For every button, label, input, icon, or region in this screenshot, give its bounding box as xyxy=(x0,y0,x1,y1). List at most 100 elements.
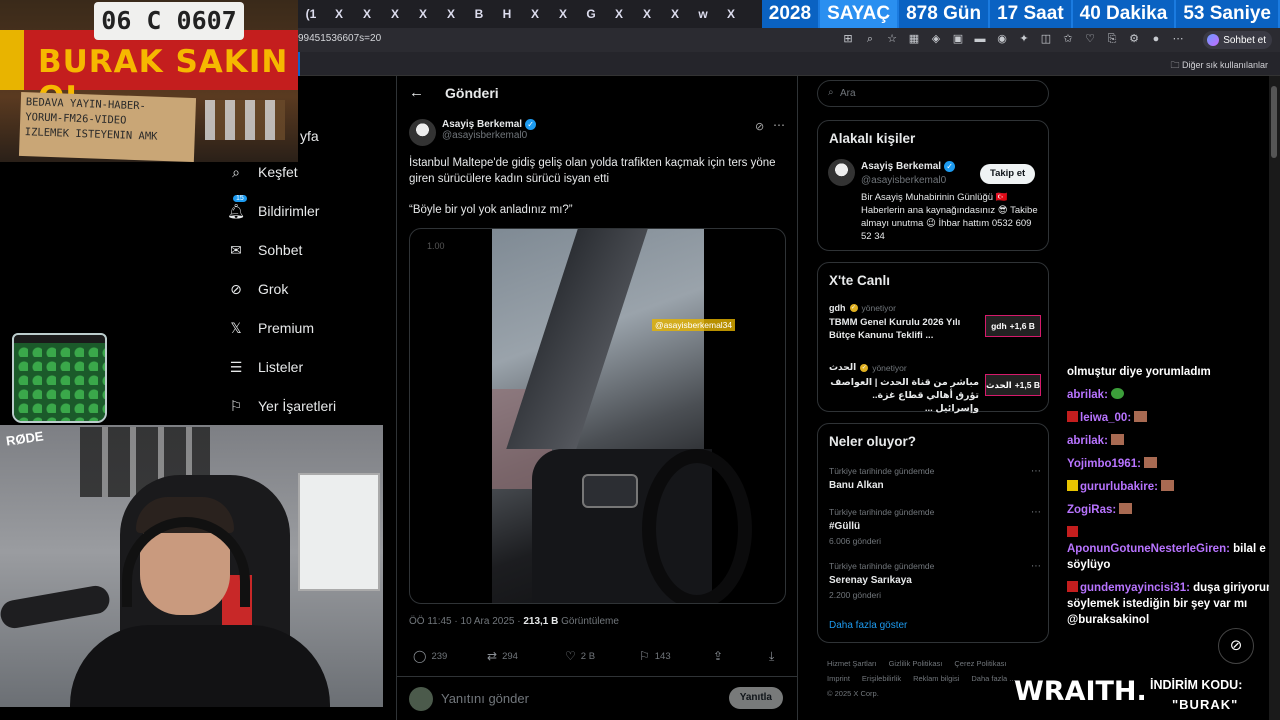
footer-link[interactable]: Çerez Politikası xyxy=(954,659,1006,668)
related-name[interactable]: Asayiş Berkemal ✓ xyxy=(861,161,956,172)
tab[interactable]: X xyxy=(718,4,744,24)
tab[interactable]: B xyxy=(466,4,492,24)
tab[interactable]: X xyxy=(438,4,464,24)
bookmark-button[interactable]: ⚐ 143 xyxy=(639,649,671,663)
repost-button[interactable]: ⇄ 294 xyxy=(487,649,518,663)
url-field[interactable]: 99451536607s=20 xyxy=(298,33,381,44)
live-item[interactable]: gdh ✓ yönetiyor TBMM Genel Kurulu 2026 Yıl… xyxy=(829,303,1041,342)
browser-chat-button[interactable]: Sohbet et xyxy=(1203,31,1272,49)
star-icon[interactable]: ☆ xyxy=(884,31,900,47)
tab-strip[interactable]: (1 X X X X X B H X X G X X X w X xyxy=(298,4,744,24)
nav-premium[interactable]: 𝕏 Premium xyxy=(228,320,314,337)
reply-button[interactable]: ◯ 239 xyxy=(413,649,447,663)
chat-message: Yojimbo1961: xyxy=(1067,456,1277,472)
tab[interactable]: X xyxy=(634,4,660,24)
related-people-card: Alakalı kişiler Asayiş Berkemal ✓ @asayis… xyxy=(817,120,1049,251)
post-column: ← Gönderi Asayiş Berkemal ✓ @asayisberkem… xyxy=(396,76,798,720)
nav-grok[interactable]: ⊘ Grok xyxy=(228,281,288,298)
split-screen-icon[interactable]: ◫ xyxy=(1038,31,1054,47)
post-author[interactable]: Asayiş Berkemal ✓ @asayisberkemal0 xyxy=(409,119,537,146)
collections-icon[interactable]: ♡ xyxy=(1082,31,1098,47)
post-text: İstanbul Maltepe'de gidiş geliş olan yol… xyxy=(409,157,776,185)
tab[interactable]: X xyxy=(410,4,436,24)
avatar[interactable] xyxy=(828,159,855,186)
author-name[interactable]: Asayiş Berkemal ✓ xyxy=(442,119,537,130)
reply-input[interactable]: Yanıtını gönder xyxy=(441,691,529,706)
grid-icon[interactable]: ⊞ xyxy=(840,31,856,47)
video-watermark: @asayisberkemal34 xyxy=(652,319,736,331)
settings-icon[interactable]: ⚙ xyxy=(1126,31,1142,47)
nav-notifications[interactable]: 🔔︎ 15 Bildirimler xyxy=(227,195,320,219)
footer-link[interactable]: Erişilebilirlik xyxy=(862,674,901,683)
follow-button[interactable]: Takip et xyxy=(980,164,1036,184)
tab[interactable]: w xyxy=(690,4,716,24)
tab[interactable]: X xyxy=(550,4,576,24)
more-icon[interactable]: ⋯ xyxy=(1170,31,1186,47)
trend-item[interactable]: Türkiye tarihinde gündemde Banu Alkan ⋯ xyxy=(829,466,1041,491)
post-video[interactable]: 1.00 @asayisberkemal34 xyxy=(409,228,786,604)
scrollbar-thumb[interactable] xyxy=(1271,86,1277,158)
countdown-overlay: 2028 SAYAÇ 878 Gün 17 Saat 40 Dakika 53 … xyxy=(761,0,1280,28)
chat-message: leiwa_00: xyxy=(1067,410,1277,426)
footer-link[interactable]: Reklam bilgisi xyxy=(913,674,959,683)
verified-badge-icon: ✓ xyxy=(849,304,858,312)
footer-link[interactable]: Gizlilik Politikası xyxy=(889,659,943,668)
footer-link[interactable]: Hizmet Şartları xyxy=(827,659,877,668)
extension-icon[interactable]: ◉ xyxy=(994,31,1010,47)
download-button[interactable]: ⤓ xyxy=(769,649,774,664)
more-options-icon[interactable]: ⋯ xyxy=(1031,507,1041,518)
show-more-link[interactable]: Daha fazla göster xyxy=(829,620,907,631)
video-frame[interactable]: @asayisberkemal34 xyxy=(492,229,752,603)
playback-speed[interactable]: 1.00 xyxy=(427,241,445,251)
avatar[interactable] xyxy=(409,119,436,146)
extension-icon[interactable]: ▬ xyxy=(972,31,988,47)
chat-message: AponunGotuneNesterleGiren: bilal e söylü… xyxy=(1067,525,1277,573)
tab[interactable]: X xyxy=(606,4,632,24)
trend-item[interactable]: Türkiye tarihinde gündemde Serenay Sarık… xyxy=(829,561,1041,600)
copilot-icon[interactable]: ⎘ xyxy=(1104,31,1120,47)
extension-icon[interactable]: ▣ xyxy=(950,31,966,47)
more-options-icon[interactable]: ⋯ xyxy=(1031,466,1041,477)
footer-link[interactable]: Imprint xyxy=(827,674,850,683)
back-arrow-icon[interactable]: ← xyxy=(409,84,424,101)
footer-link[interactable]: Daha fazla ... xyxy=(971,674,1015,683)
tab[interactable]: H xyxy=(494,4,520,24)
nav-explore[interactable]: ⌕ Keşfet xyxy=(228,164,298,181)
like-button[interactable]: ♡ 2 B xyxy=(565,649,595,663)
share-button[interactable]: ⇪ xyxy=(713,649,723,663)
grok-explain-icon[interactable]: ⊘ xyxy=(755,120,764,133)
live-item[interactable]: الحدث ✓ yönetiyor مباشر من قناة الحدث | ال… xyxy=(829,362,1041,415)
page-scrollbar[interactable] xyxy=(1269,76,1280,720)
other-favorites-folder[interactable]: 🗀 Diğer sık kullanılanlar xyxy=(1170,58,1268,74)
tab[interactable]: X xyxy=(326,4,352,24)
related-handle[interactable]: @asayisberkemal0 xyxy=(861,175,946,186)
favorites-icon[interactable]: ✩ xyxy=(1060,31,1076,47)
extension-icon[interactable]: ▦ xyxy=(906,31,922,47)
nav-lists[interactable]: ☰ Listeler xyxy=(228,359,303,376)
tab[interactable]: X xyxy=(382,4,408,24)
nav-bookmarks[interactable]: ⚐ Yer İşaretleri xyxy=(228,398,336,415)
search-input[interactable]: ⌕ Ara xyxy=(817,80,1049,107)
trend-item[interactable]: Türkiye tarihinde gündemde #Güllü 6.006 … xyxy=(829,507,1041,546)
post-time[interactable]: ÖÖ 11:45 · 10 Ara 2025 · xyxy=(409,616,523,627)
author-handle[interactable]: @asayisberkemal0 xyxy=(442,130,536,141)
extensions-puzzle-icon[interactable]: ✦ xyxy=(1016,31,1032,47)
tab[interactable]: X xyxy=(522,4,548,24)
extension-icon[interactable]: ◈ xyxy=(928,31,944,47)
more-options-icon[interactable]: ⋯ xyxy=(773,118,785,132)
tab[interactable]: X xyxy=(354,4,380,24)
nav-label: Bildirimler xyxy=(258,203,320,219)
nav-item-partial[interactable]: yfa xyxy=(300,128,319,144)
reply-submit-button[interactable]: Yanıtla xyxy=(728,687,783,709)
post-header: ← Gönderi xyxy=(397,84,797,104)
zoom-icon[interactable]: ⌕ xyxy=(862,31,878,47)
tab[interactable]: X xyxy=(662,4,688,24)
more-options-icon[interactable]: ⋯ xyxy=(1031,561,1041,572)
tab[interactable]: G xyxy=(578,4,604,24)
cardboard-sign: BEDAVA YAYIN-HABER- YORUM-FM26-VIDEO IZL… xyxy=(18,91,197,162)
microphone xyxy=(0,583,112,631)
profile-icon[interactable]: ● xyxy=(1148,31,1164,47)
grok-floating-button[interactable]: ⊘ xyxy=(1218,628,1254,664)
nav-chat[interactable]: ✉ Sohbet xyxy=(228,242,302,259)
tab[interactable]: (1 xyxy=(298,4,324,24)
